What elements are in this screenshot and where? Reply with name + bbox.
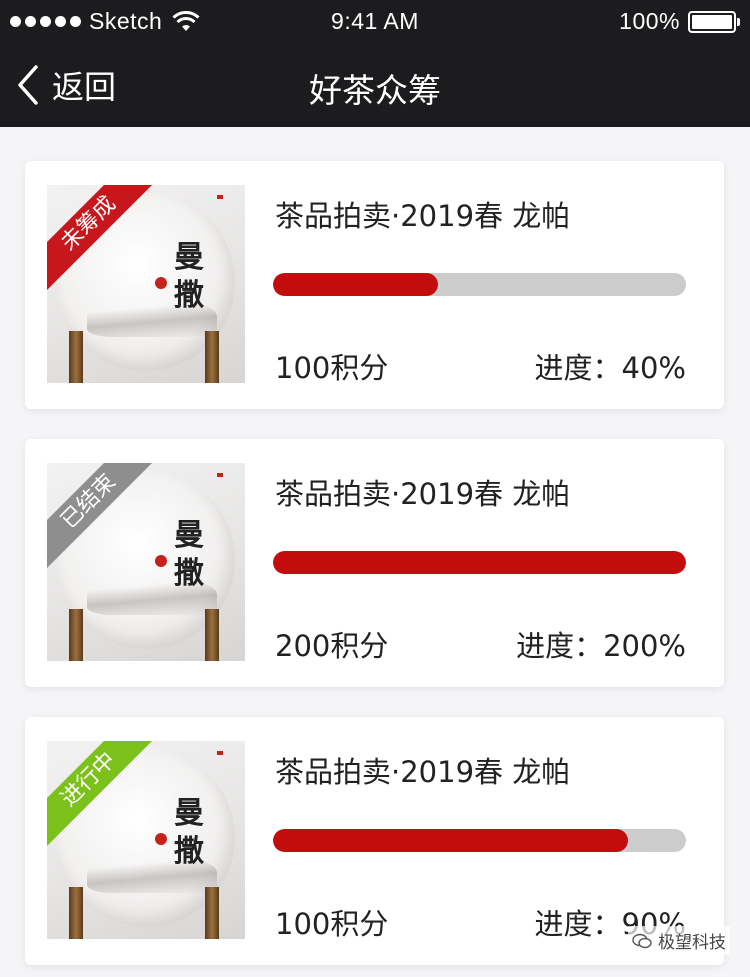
tea-product-image: 曼撒 已结束 bbox=[47, 463, 245, 661]
progress-label: 进度：200% bbox=[516, 629, 686, 663]
battery-icon bbox=[688, 10, 740, 33]
battery-percent: 100% bbox=[619, 8, 680, 34]
progress-fill bbox=[273, 829, 629, 852]
tea-image-calligraphy: 曼撒 bbox=[174, 518, 204, 591]
progress-fill bbox=[273, 273, 439, 296]
item-title: 茶品拍卖·2019春 龙帕 bbox=[275, 199, 571, 233]
watermark-text: 极望科技 bbox=[658, 933, 726, 953]
tea-product-image: 曼撒 未筹成 bbox=[47, 185, 245, 383]
progress-bar bbox=[273, 551, 686, 574]
navigation-bar: 返回 好茶众筹 bbox=[0, 42, 750, 127]
points-label: 100积分 bbox=[275, 907, 389, 941]
tea-image-calligraphy: 曼撒 bbox=[174, 240, 204, 313]
tea-image-calligraphy: 曼撒 bbox=[174, 796, 204, 869]
wechat-icon bbox=[632, 933, 652, 948]
item-title: 茶品拍卖·2019春 龙帕 bbox=[275, 477, 571, 511]
tea-product-image: 曼撒 进行中 bbox=[47, 741, 245, 939]
progress-bar bbox=[273, 829, 686, 852]
points-label: 100积分 bbox=[275, 351, 389, 385]
top-bar: Sketch 9:41 AM 100% 返回 好茶众筹 bbox=[0, 0, 750, 127]
item-title: 茶品拍卖·2019春 龙帕 bbox=[275, 755, 571, 789]
progress-label: 进度：40% bbox=[534, 351, 686, 385]
crowdfunding-card[interactable]: 曼撒 未筹成 茶品拍卖·2019春 龙帕 100积分 进度：40% bbox=[25, 161, 724, 409]
watermark: 极望科技 bbox=[628, 926, 730, 955]
points-label: 200积分 bbox=[275, 629, 389, 663]
page-title: 好茶众筹 bbox=[309, 71, 441, 110]
progress-fill bbox=[273, 551, 686, 574]
status-right: 100% bbox=[619, 8, 740, 35]
crowdfunding-card[interactable]: 曼撒 进行中 茶品拍卖·2019春 龙帕 100积分 进度：90% bbox=[25, 717, 724, 965]
progress-bar bbox=[273, 273, 686, 296]
crowdfunding-card[interactable]: 曼撒 已结束 茶品拍卖·2019春 龙帕 200积分 进度：200% bbox=[25, 439, 724, 687]
status-bar: Sketch 9:41 AM 100% bbox=[0, 0, 750, 42]
